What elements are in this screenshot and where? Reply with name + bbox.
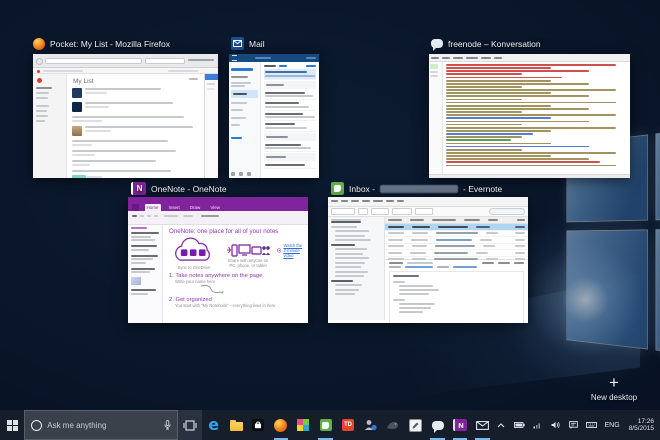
taskbar-firefox-icon[interactable] [270, 410, 292, 440]
taskbar-contact-app-icon[interactable] [359, 410, 381, 440]
task-view-icon [183, 420, 197, 431]
onenote-share-label: Share with anyone on PC, phone, or table… [226, 258, 270, 268]
mail-folder-pane [229, 62, 261, 178]
tray-volume-icon[interactable] [548, 421, 563, 429]
konversation-chat-log [443, 62, 630, 174]
tab-home[interactable]: Home [145, 204, 161, 211]
taskbar-file-explorer-icon[interactable] [225, 410, 247, 440]
window-label-evernote[interactable]: Inbox - - Evernote [331, 181, 502, 196]
windows-logo-icon [7, 420, 18, 431]
tab-insert[interactable]: Insert [167, 204, 182, 211]
onenote-step2-sub: You start with "My Notebook" - everythin… [175, 303, 305, 308]
new-desktop-button[interactable]: + New desktop [582, 376, 646, 402]
thumbnail-firefox[interactable]: My List [33, 54, 218, 178]
konversation-status-bar [429, 174, 630, 178]
tray-time: 17:26 [629, 418, 654, 426]
tray-chevron-icon[interactable] [494, 423, 509, 428]
onenote-ribbon [128, 211, 308, 225]
window-label-firefox[interactable]: Pocket: My List - Mozilla Firefox [33, 36, 170, 51]
tray-keyboard-icon[interactable] [584, 422, 599, 428]
thumbnail-onenote[interactable]: Home Insert Draw View OneNote: one place… [128, 197, 308, 323]
onenote-page-content: OneNote: one place for all of your notes… [163, 225, 308, 323]
evernote-note-list [385, 217, 528, 260]
taskbar-td-app-icon[interactable]: TD [337, 410, 359, 440]
taskbar: Ask me anything e TD [0, 410, 660, 440]
evernote-note-editor [385, 260, 528, 323]
play-video-icon[interactable] [277, 245, 281, 256]
tray-action-center-icon[interactable] [566, 421, 581, 429]
taskbar-edge-icon[interactable]: e [202, 410, 224, 440]
pocket-sidebar [33, 74, 67, 178]
taskbar-mail-icon[interactable] [471, 410, 493, 440]
taskbar-onenote-icon[interactable]: N [449, 410, 471, 440]
evernote-title-suffix: - Evernote [463, 184, 502, 194]
onenote-heading: OneNote: one place for all of your notes [169, 228, 305, 235]
konversation-menu-bar [429, 54, 630, 62]
firefox-side-panel [204, 74, 218, 178]
tray-date: 8/5/2015 [629, 425, 654, 433]
tray-network-icon[interactable] [530, 422, 545, 429]
taskbar-photos-app-icon[interactable] [292, 410, 314, 440]
firefox-toolbar [33, 54, 218, 68]
onenote-sync-label: Sync to OneDrive [169, 265, 219, 270]
pocket-list: My List [67, 74, 204, 178]
start-button[interactable] [0, 410, 24, 440]
taskbar-evernote-icon[interactable] [314, 410, 336, 440]
tab-view[interactable]: View [208, 204, 222, 211]
new-desktop-label: New desktop [582, 393, 646, 402]
desktop-task-view: Pocket: My List - Mozilla Firefox Mail f… [0, 0, 660, 440]
evernote-sidebar [328, 217, 385, 320]
pocket-page-heading: My List [73, 78, 199, 85]
taskbar-dark-app-icon[interactable] [382, 410, 404, 440]
konversation-window-title: freenode – Konversation [448, 39, 541, 49]
microphone-icon[interactable] [164, 420, 171, 430]
taskbar-konversation-icon[interactable] [426, 410, 448, 440]
cloud-graphic [169, 237, 219, 265]
onenote-step1-sub: Write your name here [175, 279, 305, 284]
evernote-menu-bar [328, 197, 528, 207]
firefox-icon [33, 38, 45, 50]
evernote-icon [331, 182, 344, 195]
mail-icon [231, 37, 244, 50]
back-button-icon [36, 58, 43, 65]
pocket-logo [37, 78, 42, 83]
mail-window-title: Mail [249, 39, 265, 49]
system-tray: ENG 17:26 8/5/2015 [494, 410, 660, 440]
konversation-tab-list [429, 62, 443, 174]
mail-title-bar [229, 54, 319, 62]
window-label-konversation[interactable]: freenode – Konversation [431, 36, 541, 51]
taskbar-store-icon[interactable] [247, 410, 269, 440]
tray-battery-icon[interactable] [512, 422, 527, 428]
thumbnail-konversation[interactable] [429, 54, 630, 178]
task-view-button[interactable] [178, 410, 202, 440]
thumbnail-mail[interactable] [229, 54, 319, 178]
firefox-window-title: Pocket: My List - Mozilla Firefox [50, 39, 170, 49]
onenote-video-link[interactable]: Watch the 2-minute video [283, 243, 302, 258]
devices-graphic [226, 242, 270, 258]
mail-folder-inbox [231, 90, 258, 98]
onenote-ribbon-tabs: Home Insert Draw View [128, 203, 308, 211]
language-indicator[interactable]: ENG [602, 422, 623, 429]
squiggle-arrow [199, 284, 225, 296]
onenote-window-title: OneNote - OneNote [151, 184, 227, 194]
mail-message-list [261, 62, 319, 178]
hamburger-icon [232, 55, 237, 61]
cortana-icon [31, 420, 42, 431]
evernote-title-prefix: Inbox - [349, 184, 375, 194]
onenote-page-list [128, 225, 163, 323]
window-label-onenote[interactable]: N OneNote - OneNote [131, 181, 227, 196]
konversation-icon [431, 39, 443, 48]
search-placeholder: Ask me anything [47, 421, 106, 430]
plus-icon: + [582, 376, 646, 390]
evernote-toolbar [328, 207, 528, 217]
taskbar-notes-app-icon[interactable] [404, 410, 426, 440]
cortana-search-input[interactable]: Ask me anything [24, 410, 178, 440]
window-label-mail[interactable]: Mail [231, 36, 265, 51]
thumbnail-evernote[interactable] [328, 197, 528, 323]
clock[interactable]: 17:26 8/5/2015 [626, 418, 657, 433]
onenote-icon: N [131, 182, 146, 195]
evernote-title-redacted [380, 185, 458, 193]
tab-draw[interactable]: Draw [188, 204, 203, 211]
pocket-icon [37, 70, 40, 73]
